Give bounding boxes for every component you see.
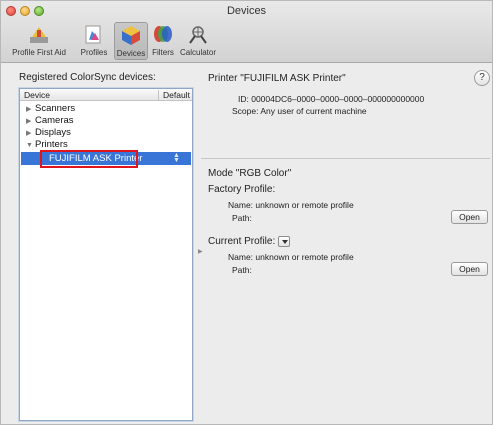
factory-profile-path: Path: <box>232 213 252 223</box>
current-profile-heading: Current Profile: <box>208 236 276 248</box>
device-scope: Scope: Any user of current machine <box>232 106 367 116</box>
factory-profile-heading: Factory Profile: <box>208 184 276 195</box>
help-button[interactable]: ? <box>474 70 490 86</box>
mode-label: Mode "RGB Color" <box>208 168 292 179</box>
profiles-icon <box>85 25 101 44</box>
titlebar: Devices Profile First Aid Profiles Devic… <box>1 1 492 63</box>
toolbar-profile-first-aid[interactable]: Profile First Aid <box>7 22 71 60</box>
column-default[interactable]: Default <box>158 90 190 101</box>
devices-icon <box>122 26 140 45</box>
tree-item-scanners[interactable]: ▶ Scanners <box>26 103 75 115</box>
device-list[interactable]: Device Default ▶ Scanners ▶ Cameras ▶ Displ… <box>19 88 193 421</box>
printer-title: Printer "FUJIFILM ASK Printer" <box>208 73 346 84</box>
devices-heading: Registered ColorSync devices: <box>19 72 156 83</box>
tree-item-displays[interactable]: ▶ Displays <box>26 127 71 139</box>
factory-open-button[interactable]: Open <box>451 210 488 224</box>
tree-label: Scanners <box>35 103 76 114</box>
current-profile-path: Path: <box>232 265 252 275</box>
profile-popup-button[interactable] <box>278 236 291 247</box>
toolbar-filters[interactable]: Filters <box>150 22 176 60</box>
disclosure-arrow-icon[interactable]: ▶ <box>198 248 203 255</box>
column-device[interactable]: Device <box>24 90 50 100</box>
colorsync-utility-window: Devices Profile First Aid Profiles Devic… <box>0 0 493 425</box>
device-id: ID: 00004DC6–0000–0000–0000–000000000000 <box>238 94 425 104</box>
disclosure-triangle-icon[interactable]: ▼ <box>26 140 35 152</box>
device-list-header: Device Default <box>20 89 192 101</box>
annotation-highlight-box <box>40 150 138 168</box>
toolbar-label: Profile First Aid <box>12 48 66 57</box>
current-profile-name: Name: unknown or remote profile <box>228 252 354 262</box>
tree-label: Displays <box>35 127 71 138</box>
first-aid-icon <box>30 27 48 43</box>
divider <box>201 158 490 159</box>
toolbar-devices[interactable]: Devices <box>114 22 148 60</box>
content-area: Registered ColorSync devices: Device Def… <box>1 64 492 424</box>
current-open-button[interactable]: Open <box>451 262 488 276</box>
tree-label: Printers <box>35 139 68 150</box>
current-profile-row: Current Profile: <box>208 236 291 248</box>
toolbar-profiles[interactable]: Profiles <box>77 22 111 60</box>
toolbar-label: Devices <box>116 49 146 58</box>
window-title: Devices <box>226 5 267 17</box>
stepper-arrows-icon[interactable]: ▲ ▼ <box>173 152 180 164</box>
tree-label: Cameras <box>35 115 74 126</box>
calculator-icon <box>189 26 207 44</box>
toolbar-label: Filters <box>152 48 174 57</box>
filters-icon <box>154 26 172 42</box>
toolbar-label: Calculator <box>179 48 216 57</box>
toolbar-label: Profiles <box>80 48 108 57</box>
factory-profile-name: Name: unknown or remote profile <box>228 200 354 210</box>
toolbar-calculator[interactable]: Calculator <box>178 22 218 60</box>
tree-item-cameras[interactable]: ▶ Cameras <box>26 115 74 127</box>
